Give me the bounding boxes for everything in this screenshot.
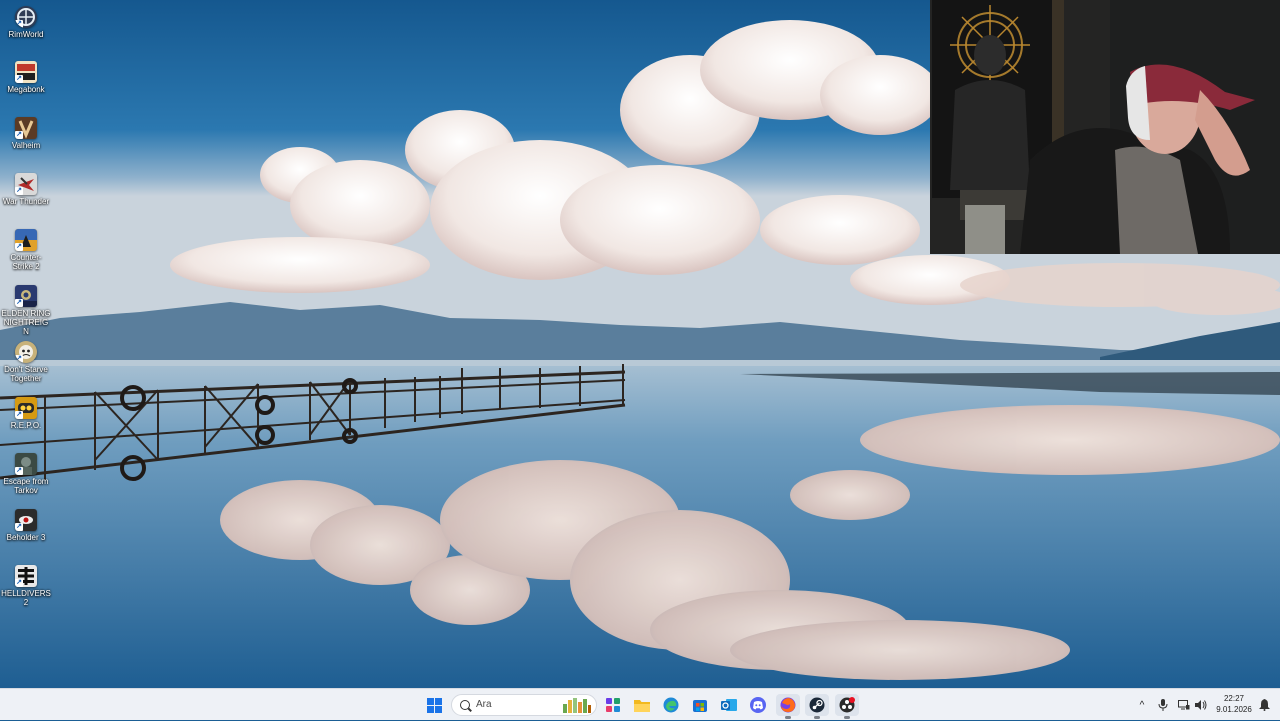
counter-strike-icon: ↗: [15, 229, 37, 251]
megabonk-icon: ↗: [15, 61, 37, 83]
tarkov-icon: ↗: [15, 453, 37, 475]
desktop-icon-label: Don't Starve Together: [4, 365, 48, 383]
taskbar-steam[interactable]: [805, 694, 829, 719]
desktop-icon-label: Beholder 3: [6, 533, 46, 542]
tray-network[interactable]: [1176, 689, 1192, 721]
tray-show-hidden-icons[interactable]: ^: [1134, 689, 1150, 721]
firefox-icon: [780, 697, 796, 713]
desktop-icon-label: HELLDIVERS 2: [1, 589, 51, 607]
beholder-icon: ↗: [15, 509, 37, 531]
clock-date: 9.01.2026: [1216, 705, 1252, 714]
taskbar-microsoft-store[interactable]: [688, 694, 712, 716]
volume-icon: [1195, 700, 1207, 710]
desktop-icon-elden-ring[interactable]: ↗ ELDEN RING NIGHTREIGN: [0, 285, 52, 336]
rimworld-icon: ↗: [15, 6, 37, 28]
desktop-icon-megabonk[interactable]: ↗ Megabonk: [0, 61, 52, 94]
tray-microphone[interactable]: [1155, 689, 1171, 721]
start-button[interactable]: [422, 694, 446, 716]
tray-notifications[interactable]: [1256, 689, 1272, 721]
desktop-icon-label: ELDEN RING NIGHTREIGN: [1, 309, 51, 336]
notification-bell-icon: [1258, 699, 1270, 711]
desktop-icon-label: Megabonk: [7, 85, 45, 94]
desktop-icon-rimworld[interactable]: ↗ RimWorld: [0, 6, 52, 39]
taskbar-firefox[interactable]: [776, 694, 800, 719]
microsoft-store-icon: [693, 700, 707, 712]
copilot-icon: [606, 698, 620, 712]
taskbar: Ara ^ 22:27 9.01.2026: [0, 688, 1280, 720]
desktop-icon-label: War Thunder: [2, 197, 50, 206]
desktop-icon-helldivers[interactable]: ↗ HELLDIVERS 2: [0, 565, 52, 607]
search-placeholder: Ara: [476, 699, 492, 710]
desktop-icon-repo[interactable]: ↗ R.E.P.O.: [0, 397, 52, 430]
desktop-icon-label: R.E.P.O.: [10, 421, 42, 430]
desktop-icon-label: Escape from Tarkov: [3, 477, 49, 495]
taskbar-edge[interactable]: [659, 694, 683, 716]
valheim-icon: ↗: [15, 117, 37, 139]
desktop-icon-label: RimWorld: [8, 30, 44, 39]
taskbar-search[interactable]: Ara: [451, 694, 597, 716]
taskbar-copilot[interactable]: [601, 694, 625, 716]
desktop-icon-valheim[interactable]: ↗ Valheim: [0, 117, 52, 150]
microphone-icon: [1158, 699, 1168, 711]
desktop-icon-dont-starve[interactable]: ↗ Don't Starve Together: [0, 341, 52, 383]
helldivers-icon: ↗: [15, 565, 37, 587]
tray-volume[interactable]: [1193, 689, 1209, 721]
desktop-icon-beholder[interactable]: ↗ Beholder 3: [0, 509, 52, 542]
taskbar-file-explorer[interactable]: [630, 694, 654, 716]
search-icon: [460, 700, 470, 710]
desktop-icon-label: Counter-Strike 2: [10, 253, 42, 271]
obs-icon: [839, 697, 855, 713]
elden-ring-icon: ↗: [15, 285, 37, 307]
steam-icon: [809, 697, 825, 713]
desktop-icon-tarkov[interactable]: ↗ Escape from Tarkov: [0, 453, 52, 495]
outlook-icon: [721, 699, 737, 711]
chevron-up-icon: ^: [1139, 699, 1145, 711]
windows-logo-icon: [426, 697, 442, 713]
edge-icon: [663, 697, 679, 713]
file-explorer-icon: [634, 700, 650, 712]
war-thunder-icon: ↗: [15, 173, 37, 195]
taskbar-clock[interactable]: 22:27 9.01.2026: [1212, 693, 1256, 715]
search-highlight-icon: [563, 698, 591, 713]
desktop-icon-war-thunder[interactable]: ↗ War Thunder: [0, 173, 52, 206]
taskbar-outlook[interactable]: [717, 694, 741, 716]
taskbar-discord[interactable]: [746, 694, 770, 716]
discord-icon: [750, 697, 766, 713]
desktop-icon-label: Valheim: [11, 141, 41, 150]
webcam-overlay: [930, 0, 1280, 254]
clock-time: 22:27: [1223, 694, 1245, 703]
taskbar-obs[interactable]: [835, 694, 859, 719]
dont-starve-icon: ↗: [15, 341, 37, 363]
network-icon: [1178, 700, 1190, 710]
repo-icon: ↗: [15, 397, 37, 419]
desktop-icon-counter-strike[interactable]: ↗ Counter-Strike 2: [0, 229, 52, 271]
